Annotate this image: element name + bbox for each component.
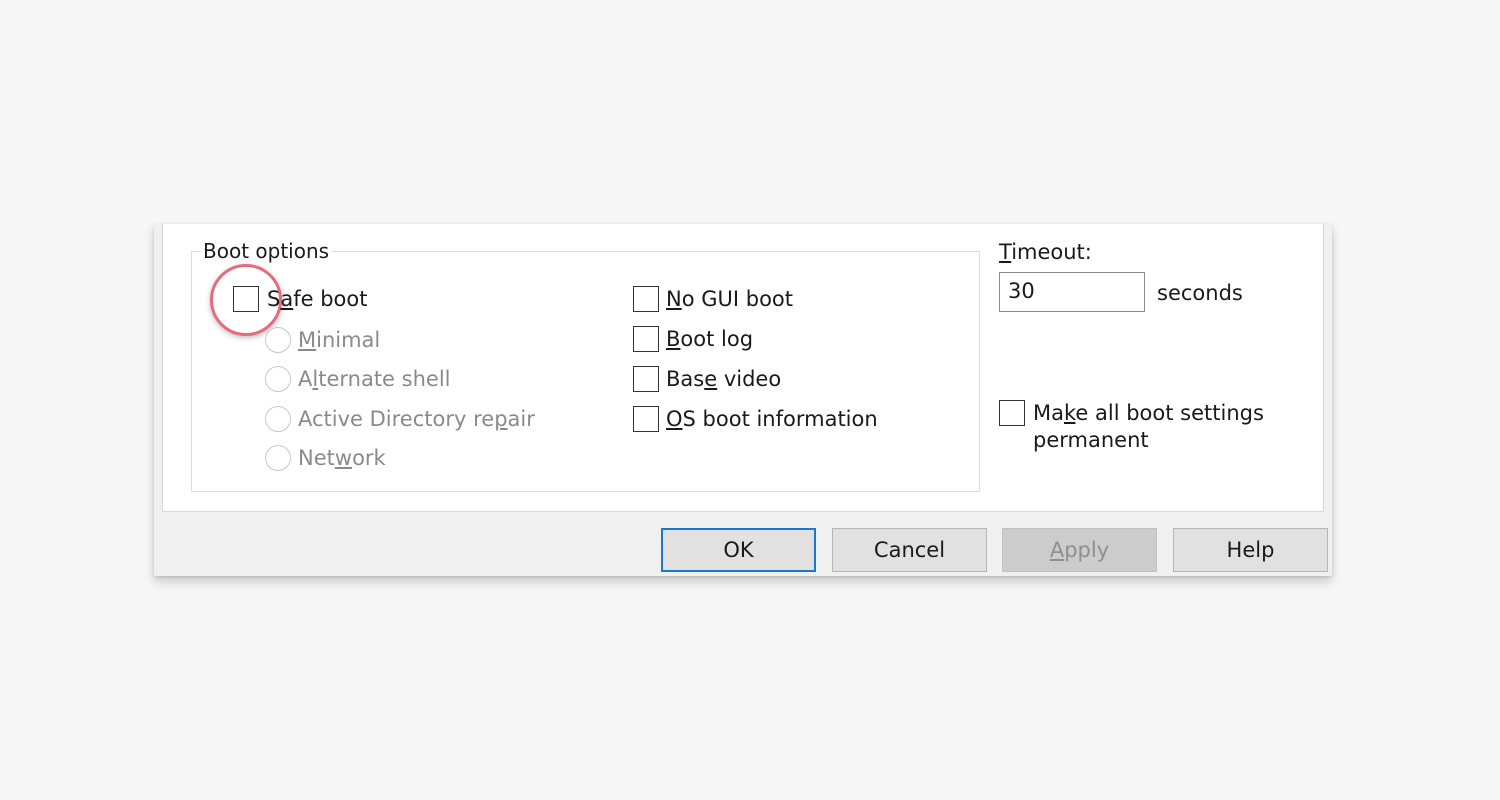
radio-alternate-shell[interactable] bbox=[265, 366, 291, 392]
radio-active-directory-repair-label: Active Directory repair bbox=[298, 407, 535, 431]
radio-minimal[interactable] bbox=[265, 327, 291, 353]
help-button[interactable]: Help bbox=[1173, 528, 1328, 572]
boot-tab-panel: Boot options Safe boot Minimal Alternate… bbox=[162, 224, 1324, 512]
timeout-unit-label: seconds bbox=[1157, 281, 1243, 305]
boot-log-checkbox[interactable] bbox=[633, 326, 659, 352]
system-configuration-dialog: Boot options Safe boot Minimal Alternate… bbox=[154, 224, 1332, 576]
radio-network[interactable] bbox=[265, 445, 291, 471]
radio-minimal-label: Minimal bbox=[298, 328, 381, 352]
base-video-label: Base video bbox=[666, 367, 782, 391]
boot-log-label: Boot log bbox=[666, 327, 754, 351]
no-gui-boot-checkbox[interactable] bbox=[633, 286, 659, 312]
safe-boot-label: Safe boot bbox=[267, 287, 368, 311]
apply-button[interactable]: Apply bbox=[1002, 528, 1157, 572]
radio-alternate-shell-label: Alternate shell bbox=[298, 367, 451, 391]
radio-active-directory-repair[interactable] bbox=[265, 406, 291, 432]
os-boot-information-label: OS boot information bbox=[666, 407, 878, 431]
make-permanent-label: Make all boot settings permanent bbox=[1033, 401, 1264, 452]
base-video-checkbox[interactable] bbox=[633, 366, 659, 392]
os-boot-information-checkbox[interactable] bbox=[633, 406, 659, 432]
make-permanent-checkbox[interactable] bbox=[999, 400, 1025, 426]
timeout-label: Timeout: bbox=[999, 240, 1092, 264]
safe-boot-checkbox[interactable] bbox=[233, 286, 259, 312]
no-gui-boot-label: No GUI boot bbox=[666, 287, 794, 311]
radio-network-label: Network bbox=[298, 446, 386, 470]
boot-options-title: Boot options bbox=[201, 239, 332, 263]
cancel-button[interactable]: Cancel bbox=[832, 528, 987, 572]
ok-button[interactable]: OK bbox=[661, 528, 816, 572]
timeout-input[interactable]: 30 bbox=[999, 272, 1145, 312]
